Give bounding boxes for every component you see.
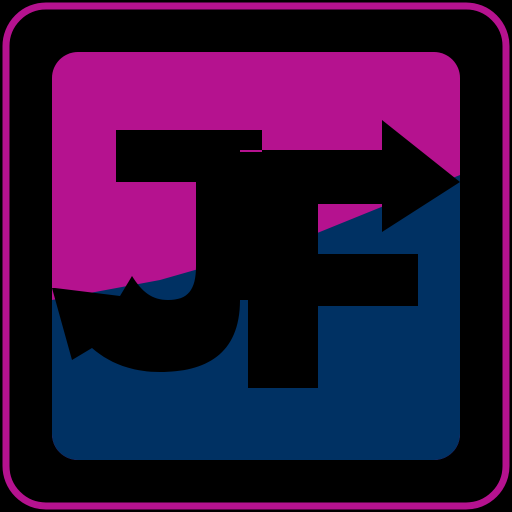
jf-logo-icon: [0, 0, 512, 512]
jf-gap-line: [240, 152, 248, 300]
jf-logo: [0, 0, 512, 512]
